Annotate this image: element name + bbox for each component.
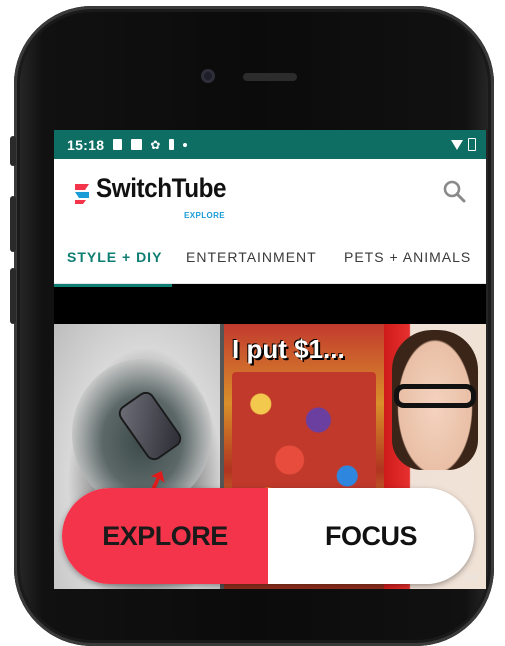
thumbnail-caption: I put $1... <box>232 334 345 364</box>
image-icon <box>131 139 143 150</box>
app-logo-icon <box>75 184 89 204</box>
more-notifications-dot <box>183 142 188 147</box>
earpiece-speaker <box>243 73 297 81</box>
tab-style-diy[interactable]: STYLE + DIY <box>67 249 162 265</box>
active-tab-indicator <box>54 284 172 287</box>
app-bar: SwitchTube EXPLORE <box>54 159 486 225</box>
settings-icon: ✿ <box>150 137 161 152</box>
wifi-icon <box>451 139 463 150</box>
mute-switch <box>10 136 16 166</box>
status-time: 15:18 <box>67 136 105 153</box>
battery-icon <box>468 138 476 151</box>
volume-up-button <box>10 196 16 252</box>
mode-toggle: EXPLORE FOCUS <box>62 488 474 584</box>
app-subtitle: EXPLORE <box>184 211 226 220</box>
accessibility-icon <box>169 139 175 150</box>
tab-entertainment[interactable]: ENTERTAINMENT <box>186 249 317 265</box>
explore-mode-button[interactable]: EXPLORE <box>62 488 268 584</box>
status-bar: 15:18 ✿ <box>54 130 486 159</box>
notification-icon <box>113 139 123 150</box>
focus-mode-button[interactable]: FOCUS <box>268 488 474 584</box>
search-icon[interactable] <box>442 179 466 203</box>
app-title: SwitchTube <box>96 173 227 203</box>
volume-down-button <box>10 268 16 324</box>
tab-pets-animals[interactable]: PETS + ANIMALS <box>344 249 471 265</box>
front-camera <box>201 69 215 83</box>
category-tabs: STYLE + DIY ENTERTAINMENT PETS + ANIMALS <box>54 225 486 284</box>
phone-screen: 15:18 ✿ SwitchTube EXPLORE STYLE + DIY E… <box>54 130 486 589</box>
